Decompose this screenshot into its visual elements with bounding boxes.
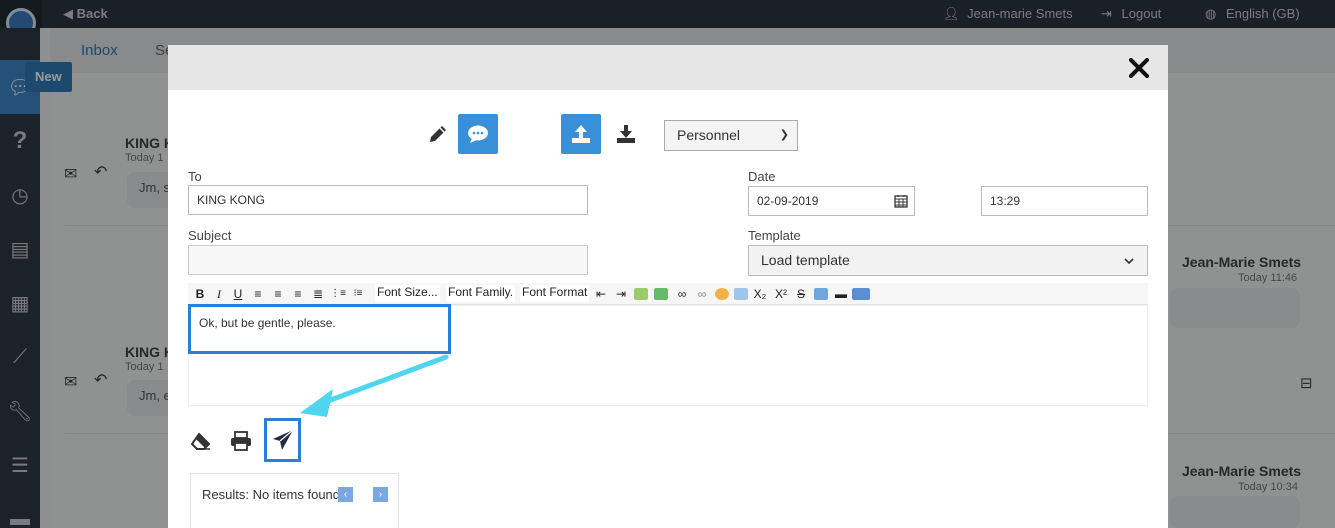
unordered-list-icon[interactable]: ⁝≡ (350, 286, 366, 302)
printer-icon (231, 431, 251, 451)
template-select[interactable]: Load template (748, 245, 1148, 276)
download-icon (617, 125, 635, 143)
link-icon[interactable]: ∞ (674, 286, 690, 302)
results-panel: Results: No items found. ‹ › (190, 473, 399, 528)
upload-button[interactable] (561, 114, 601, 154)
time-field[interactable]: 13:29 (981, 186, 1148, 216)
subject-label: Subject (188, 228, 232, 243)
font-size-select[interactable]: Font Size... (375, 285, 440, 302)
upload-icon (572, 125, 590, 143)
html-view-icon[interactable] (852, 288, 870, 300)
compose-modal: Personnel ❯ To KING KONG Date 02-09-2019… (168, 45, 1168, 528)
pencil-icon (430, 126, 446, 142)
bold-button[interactable]: B (192, 286, 208, 302)
close-icon (1128, 57, 1150, 79)
superscript-button[interactable]: X² (773, 286, 789, 302)
edit-html-icon[interactable] (734, 288, 748, 300)
edit-mode-button[interactable] (418, 114, 458, 154)
eraser-icon (190, 432, 211, 450)
folder-select-value: Personnel (677, 127, 741, 143)
chat-mode-button[interactable] (458, 114, 498, 154)
unlink-icon[interactable]: ∞ (694, 286, 710, 302)
ordered-list-icon[interactable]: ⋮≡ (330, 286, 346, 302)
folder-select[interactable]: Personnel ❯ (664, 120, 798, 151)
print-button[interactable] (230, 430, 252, 452)
download-button[interactable] (606, 114, 646, 154)
speech-bubble-icon (468, 125, 488, 143)
prev-page-button[interactable]: ‹ (338, 487, 353, 502)
modal-header (168, 45, 1168, 90)
editor-toolbar: B I U ≡ ≡ ≡ ≣ ⋮≡ ⁝≡ Font Size... Font Fa… (188, 283, 1148, 305)
chevron-down-icon: ❯ (779, 129, 789, 141)
remove-format-icon[interactable] (814, 288, 828, 300)
date-value: 02-09-2019 (757, 194, 819, 208)
emoticon-icon[interactable] (715, 288, 729, 300)
close-button[interactable] (1126, 53, 1152, 81)
to-field[interactable]: KING KONG (188, 185, 588, 215)
chevron-down-icon (1124, 258, 1134, 265)
align-right-icon[interactable]: ≡ (290, 286, 306, 302)
strikethrough-button[interactable]: S (793, 286, 809, 302)
font-format-select[interactable]: Font Format (520, 285, 590, 302)
results-text: Results: No items found. (202, 487, 344, 502)
outdent-icon[interactable]: ⇤ (593, 286, 609, 302)
insert-image-icon[interactable] (654, 288, 668, 300)
italic-button[interactable]: I (211, 286, 227, 302)
align-left-icon[interactable]: ≡ (250, 286, 266, 302)
subscript-button[interactable]: X₂ (752, 286, 768, 302)
edit-image-icon[interactable] (634, 288, 648, 300)
underline-button[interactable]: U (230, 286, 246, 302)
next-page-button[interactable]: › (373, 487, 388, 502)
clear-button[interactable] (190, 430, 212, 452)
date-field[interactable]: 02-09-2019 (748, 186, 915, 216)
template-select-value: Load template (761, 252, 850, 268)
subject-field[interactable] (188, 245, 588, 275)
template-label: Template (748, 228, 801, 243)
indent-icon[interactable]: ⇥ (613, 286, 629, 302)
horizontal-rule-icon[interactable]: ▬ (833, 286, 849, 302)
font-family-select[interactable]: Font Family. (446, 285, 516, 302)
calendar-icon[interactable] (894, 194, 908, 208)
highlight-box-message (188, 304, 451, 354)
align-center-icon[interactable]: ≡ (270, 286, 286, 302)
align-justify-icon[interactable]: ≣ (310, 286, 326, 302)
highlight-box-send (264, 418, 301, 462)
to-label: To (188, 169, 202, 184)
date-label: Date (748, 169, 776, 184)
